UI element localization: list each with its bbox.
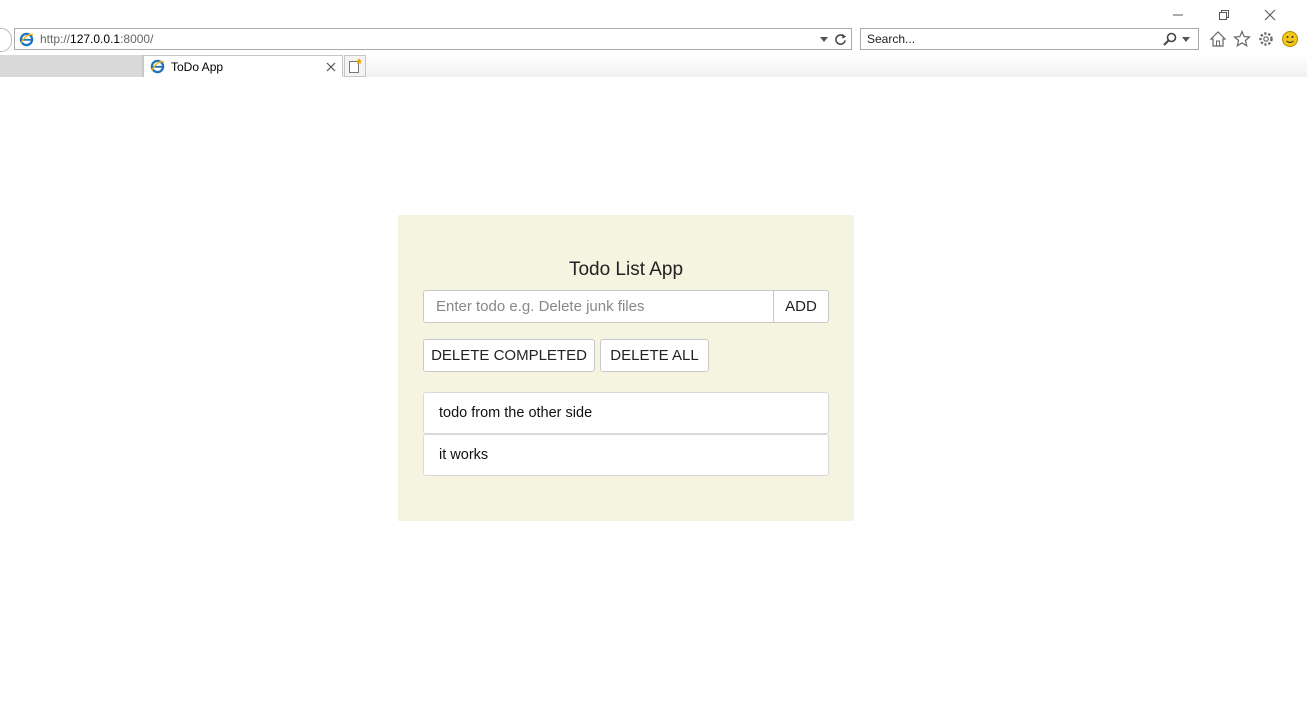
close-icon[interactable] xyxy=(323,59,339,75)
address-bar[interactable]: http://127.0.0.1:8000/ xyxy=(14,28,852,50)
todo-item[interactable]: it works xyxy=(423,434,829,476)
settings-gear-icon[interactable] xyxy=(1256,29,1276,49)
tab-title: ToDo App xyxy=(171,59,224,74)
restore-icon[interactable] xyxy=(1201,6,1247,24)
address-url[interactable]: http://127.0.0.1:8000/ xyxy=(40,32,816,46)
url-host: 127.0.0.1 xyxy=(70,32,121,46)
new-tab-icon[interactable] xyxy=(344,55,366,77)
todo-list: todo from the other side it works xyxy=(423,392,829,476)
close-window-icon[interactable] xyxy=(1247,6,1293,24)
url-scheme: http:// xyxy=(40,32,71,46)
window-controls xyxy=(1155,6,1293,24)
tab-ie-logo-icon xyxy=(149,59,165,75)
tab-todo-app[interactable]: ToDo App xyxy=(143,55,343,77)
home-icon[interactable] xyxy=(1208,29,1228,49)
add-button[interactable]: ADD xyxy=(773,290,829,323)
dropdown-icon[interactable] xyxy=(816,31,832,47)
minimize-icon[interactable] xyxy=(1155,6,1201,24)
todo-input[interactable] xyxy=(423,290,774,323)
ie-logo-icon xyxy=(18,31,34,47)
browser-toolbar xyxy=(1208,29,1300,49)
page-title: Todo List App xyxy=(568,259,684,280)
back-button[interactable] xyxy=(0,28,12,52)
tab-inactive[interactable] xyxy=(0,55,143,77)
tab-strip: ToDo App xyxy=(0,55,1307,77)
search-icon[interactable] xyxy=(1162,31,1178,47)
refresh-icon[interactable] xyxy=(832,31,848,47)
todo-app-card: Todo List App ADD DELETE COMPLETED DELET… xyxy=(398,215,854,521)
search-dropdown-icon[interactable] xyxy=(1178,31,1194,47)
feedback-smiley-icon[interactable] xyxy=(1280,29,1300,49)
search-input[interactable] xyxy=(867,32,1162,46)
favorites-star-icon[interactable] xyxy=(1232,29,1252,49)
delete-all-button[interactable]: DELETE ALL xyxy=(600,339,709,372)
delete-completed-button[interactable]: DELETE COMPLETED xyxy=(423,339,595,372)
search-bar xyxy=(860,28,1199,50)
todo-item[interactable]: todo from the other side xyxy=(423,392,829,434)
url-port-path: :8000/ xyxy=(120,32,154,46)
